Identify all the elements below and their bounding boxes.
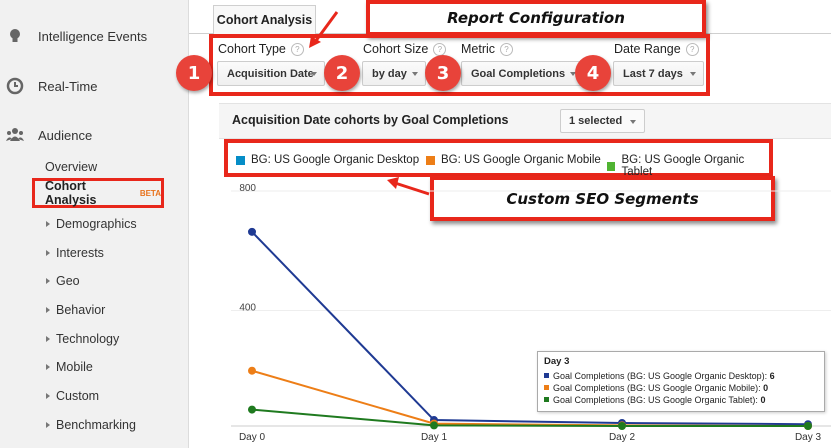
- sidebar-item-label: Cohort Analysis: [45, 179, 97, 207]
- sidebar-item-label: Interests: [56, 246, 104, 260]
- data-point[interactable]: [248, 227, 256, 236]
- x-tick-label: Day 1: [421, 432, 448, 443]
- tooltip-row-label: Goal Completions (BG: US Google Organic …: [553, 371, 768, 381]
- sidebar-section-label: Real-Time: [38, 78, 98, 94]
- sidebar-item-technology[interactable]: Technology: [46, 332, 119, 346]
- data-point[interactable]: [618, 422, 626, 430]
- x-tick-label: Day 0: [239, 432, 266, 443]
- caret-right-icon: [46, 278, 50, 284]
- sidebar-item-interests[interactable]: Interests: [46, 246, 104, 260]
- data-point[interactable]: [248, 366, 256, 375]
- chart-tooltip: Day 3 Goal Completions (BG: US Google Or…: [537, 351, 825, 412]
- data-point[interactable]: [248, 405, 256, 414]
- tooltip-row-value: 0: [760, 395, 766, 405]
- tooltip-dot: [544, 397, 549, 402]
- x-tick-label: Day 3: [795, 432, 822, 443]
- sidebar-item-audience[interactable]: Audience: [0, 120, 92, 150]
- arrow-line: [394, 181, 430, 196]
- sidebar-item-custom[interactable]: Custom: [46, 389, 99, 403]
- sidebar-item-demographics[interactable]: Demographics: [46, 217, 137, 231]
- caret-right-icon: [46, 336, 50, 342]
- caret-right-icon: [46, 221, 50, 227]
- sidebar-item-intelligence-events[interactable]: Intelligence Events: [0, 21, 147, 51]
- caret-right-icon: [46, 250, 50, 256]
- sidebar-item-benchmarking[interactable]: Benchmarking: [46, 418, 136, 432]
- sidebar-item-label: Technology: [56, 332, 120, 346]
- sidebar-item-label: Behavior: [56, 303, 106, 317]
- sidebar-item-label: Custom: [56, 389, 100, 403]
- caret-right-icon: [46, 422, 50, 428]
- beta-badge: BETA: [139, 188, 161, 198]
- sidebar-section-label: Audience: [38, 127, 93, 143]
- people-icon: [6, 126, 24, 144]
- lightbulb-icon: [6, 27, 24, 45]
- sidebar-item-real-time[interactable]: Real-Time: [0, 71, 97, 101]
- tooltip-dot: [544, 385, 549, 390]
- sidebar-section-label: Intelligence Events: [38, 28, 148, 44]
- caret-right-icon: [46, 364, 50, 370]
- sidebar-item-label: Benchmarking: [56, 418, 136, 432]
- tooltip-row-value: 0: [763, 383, 769, 393]
- sidebar-item-label: Mobile: [56, 360, 93, 374]
- sidebar-item-mobile[interactable]: Mobile: [46, 360, 93, 374]
- tooltip-row-label: Goal Completions (BG: US Google Organic …: [553, 395, 758, 405]
- tooltip-row: Goal Completions (BG: US Google Organic …: [544, 394, 818, 406]
- tooltip-row: Goal Completions (BG: US Google Organic …: [544, 382, 818, 394]
- caret-right-icon: [46, 307, 50, 313]
- sidebar-item-geo[interactable]: Geo: [46, 274, 80, 288]
- main-content: Cohort Analysis Report Configuration Coh…: [176, 0, 831, 448]
- clock-icon: [6, 77, 24, 95]
- tooltip-dot: [544, 373, 549, 378]
- tooltip-row-label: Goal Completions (BG: US Google Organic …: [553, 383, 761, 393]
- tooltip-row-value: 6: [769, 371, 775, 381]
- tooltip-title: Day 3: [544, 356, 570, 367]
- data-point[interactable]: [804, 422, 812, 430]
- x-tick-label: Day 2: [609, 432, 636, 443]
- sidebar-item-label: Geo: [56, 274, 80, 288]
- sidebar-item-cohort-analysis[interactable]: Cohort Analysis BETA: [32, 178, 164, 208]
- sidebar: Intelligence Events Real-Time Audience O…: [0, 0, 189, 448]
- sidebar-item-label: Demographics: [56, 217, 137, 231]
- y-tick-label: 400: [239, 303, 256, 314]
- tooltip-row: Goal Completions (BG: US Google Organic …: [544, 370, 818, 382]
- arrow-head: [387, 177, 399, 189]
- arrow-line: [313, 11, 339, 43]
- data-point[interactable]: [430, 421, 438, 430]
- sidebar-item-overview[interactable]: Overview: [45, 160, 97, 174]
- caret-right-icon: [46, 393, 50, 399]
- y-tick-label: 800: [239, 183, 256, 194]
- sidebar-item-behavior[interactable]: Behavior: [46, 303, 105, 317]
